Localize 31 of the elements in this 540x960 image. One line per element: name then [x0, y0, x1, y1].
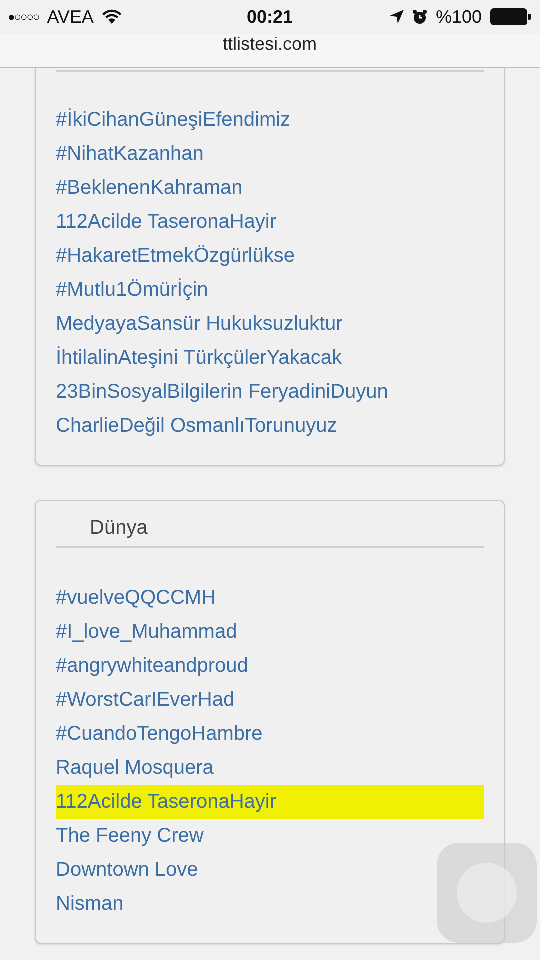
trend-link[interactable]: #vuelveQQCCMH — [56, 581, 216, 615]
trend-link[interactable]: İhtilalinAteşini TürkçülerYakacak — [56, 341, 342, 375]
trend-link[interactable]: #HakaretEtmekÖzgürlükse — [56, 239, 295, 273]
battery-percentage: %100 — [436, 6, 482, 28]
trend-link[interactable]: Downtown Love — [56, 853, 198, 887]
section-title: Dünya — [90, 517, 148, 540]
trend-link[interactable]: #CuandoTengoHambre — [56, 717, 263, 751]
trend-link[interactable]: The Feeny Crew — [56, 819, 204, 853]
trend-link[interactable]: #I_love_Muhammad — [56, 615, 238, 649]
location-arrow-icon — [390, 10, 404, 24]
trend-link[interactable]: Raquel Mosquera — [56, 751, 214, 785]
trend-link[interactable]: #WorstCarIEverHad — [56, 683, 235, 717]
trend-link[interactable]: #BeklenenKahraman — [56, 171, 243, 205]
wifi-icon — [102, 9, 122, 25]
assistive-touch-button[interactable] — [437, 843, 537, 943]
trend-link[interactable]: MedyayaSansür Hukuksuzluktur — [56, 307, 343, 341]
clock-time: 00:21 — [246, 6, 294, 28]
trend-link[interactable]: Nisman — [56, 887, 124, 921]
battery-icon — [490, 8, 532, 26]
signal-strength-icon: ●○○○○ — [8, 10, 40, 24]
trend-link[interactable]: #NihatKazanhan — [56, 137, 204, 171]
trend-link[interactable]: #Mutlu1Ömürİçin — [56, 273, 208, 307]
alarm-clock-icon — [412, 9, 428, 25]
trend-link[interactable]: CharlieDeğil OsmanlıTorunuyuz — [56, 409, 338, 443]
address-bar-url[interactable]: ttlistesi.com — [222, 34, 318, 55]
trend-link[interactable]: 23BinSosyalBilgilerin FeryadiniDuyun — [56, 375, 388, 409]
trend-link[interactable]: 112Acilde TaseronaHayir — [56, 785, 484, 819]
carrier-name: AVEA — [47, 6, 94, 28]
trend-link[interactable]: #angrywhiteandproud — [56, 649, 248, 683]
trend-link[interactable]: #İkiCihanGüneşiEfendimiz — [56, 103, 291, 137]
trend-link[interactable]: 112Acilde TaseronaHayir — [56, 205, 276, 239]
